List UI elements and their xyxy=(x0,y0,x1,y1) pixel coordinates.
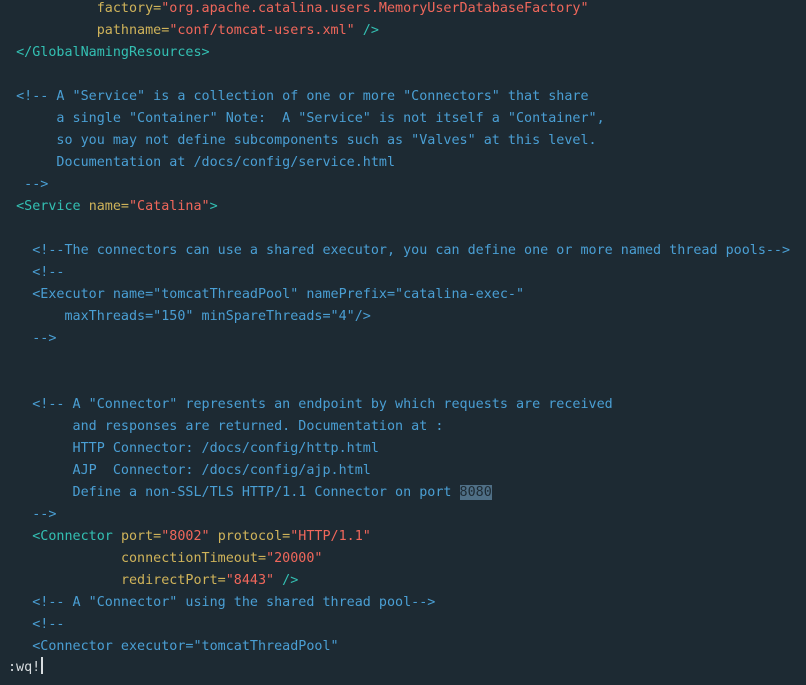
code-line[interactable]: a single "Container" Note: A "Service" i… xyxy=(0,108,605,130)
code-line[interactable]: <!-- A "Connector" using the shared thre… xyxy=(0,592,435,614)
code-token: Define a non-SSL/TLS HTTP/1.1 Connector … xyxy=(0,485,460,500)
code-line[interactable]: --> xyxy=(0,504,56,526)
text-cursor xyxy=(41,657,44,674)
code-line[interactable]: AJP Connector: /docs/config/ajp.html xyxy=(0,460,371,482)
code-line[interactable]: and responses are returned. Documentatio… xyxy=(0,416,444,438)
code-line[interactable]: factory="org.apache.catalina.users.Memor… xyxy=(0,0,589,20)
code-line[interactable]: </GlobalNamingResources> xyxy=(0,42,210,64)
code-token: name= xyxy=(88,199,129,214)
code-token: /> xyxy=(354,23,379,38)
code-line[interactable]: Define a non-SSL/TLS HTTP/1.1 Connector … xyxy=(0,482,492,504)
code-token: "Catalina" xyxy=(129,199,210,214)
code-token: pathname= xyxy=(96,23,170,38)
command-line[interactable]: :wq! xyxy=(8,657,44,679)
code-token: <!--The connectors can use a shared exec… xyxy=(0,243,791,258)
code-token: Documentation at /docs/config/service.ht… xyxy=(0,155,396,170)
command-text: :wq! xyxy=(8,660,41,675)
code-token: redirectPort= xyxy=(120,573,226,588)
code-token: "20000" xyxy=(266,551,323,566)
code-token: and responses are returned. Documentatio… xyxy=(0,419,444,434)
code-token: <Connector xyxy=(32,529,121,544)
code-token: a single "Container" Note: A "Service" i… xyxy=(0,111,605,126)
code-token: /> xyxy=(274,573,299,588)
code-line[interactable]: --> xyxy=(0,328,56,350)
code-token: <!-- xyxy=(0,265,65,280)
code-token: factory= xyxy=(96,1,162,16)
code-line[interactable]: <Executor name="tomcatThreadPool" namePr… xyxy=(0,284,524,306)
code-line[interactable]: <Connector executor="tomcatThreadPool" xyxy=(0,636,339,658)
code-token: maxThreads="150" minSpareThreads="4"/> xyxy=(0,309,371,324)
code-token: "8443" xyxy=(225,573,275,588)
code-line[interactable]: <!--The connectors can use a shared exec… xyxy=(0,240,790,262)
code-token: protocol= xyxy=(217,529,291,544)
code-token: <Executor name="tomcatThreadPool" namePr… xyxy=(0,287,525,302)
search-highlight: 8080 xyxy=(459,485,492,500)
code-token: "org.apache.catalina.users.MemoryUserDat… xyxy=(161,1,589,16)
code-line[interactable]: Documentation at /docs/config/service.ht… xyxy=(0,152,395,174)
code-token: connectionTimeout= xyxy=(120,551,267,566)
code-token: <!-- A "Connector" represents an endpoin… xyxy=(0,397,613,412)
code-line[interactable]: HTTP Connector: /docs/config/http.html xyxy=(0,438,379,460)
code-token: "conf/tomcat-users.xml" xyxy=(169,23,355,38)
code-line[interactable]: maxThreads="150" minSpareThreads="4"/> xyxy=(0,306,371,328)
code-line[interactable]: --> xyxy=(0,174,48,196)
code-token: so you may not define subcomponents such… xyxy=(0,133,597,148)
terminal-window[interactable]: factory="org.apache.catalina.users.Memor… xyxy=(0,0,806,685)
code-line[interactable]: <!-- xyxy=(0,614,65,636)
code-token: > xyxy=(209,199,218,214)
code-token: </GlobalNamingResources> xyxy=(16,45,210,60)
code-line[interactable]: <Service name="Catalina"> xyxy=(0,196,218,218)
code-token: port= xyxy=(120,529,162,544)
code-token: HTTP Connector: /docs/config/http.html xyxy=(0,441,379,456)
code-token: --> xyxy=(0,177,49,192)
code-line[interactable]: so you may not define subcomponents such… xyxy=(0,130,597,152)
code-token: "8002" xyxy=(161,529,210,544)
code-token: <Connector executor="tomcatThreadPool" xyxy=(0,639,339,654)
code-line[interactable]: redirectPort="8443" /> xyxy=(0,570,298,592)
code-token: AJP Connector: /docs/config/ajp.html xyxy=(0,463,371,478)
code-line[interactable]: <!-- A "Connector" represents an endpoin… xyxy=(0,394,613,416)
code-token: <!-- A "Service" is a collection of one … xyxy=(0,89,589,104)
code-token: --> xyxy=(0,331,57,346)
code-token: <Service xyxy=(16,199,89,214)
code-line[interactable]: connectionTimeout="20000" xyxy=(0,548,323,570)
code-token: "HTTP/1.1" xyxy=(290,529,371,544)
code-token: <!-- A "Connector" using the shared thre… xyxy=(0,595,436,610)
code-line[interactable]: pathname="conf/tomcat-users.xml" /> xyxy=(0,20,379,42)
code-line[interactable]: <!-- xyxy=(0,262,65,284)
code-token: --> xyxy=(0,507,57,522)
code-token: <!-- xyxy=(0,617,65,632)
code-line[interactable]: <!-- A "Service" is a collection of one … xyxy=(0,86,589,108)
code-line[interactable]: <Connector port="8002" protocol="HTTP/1.… xyxy=(0,526,371,548)
